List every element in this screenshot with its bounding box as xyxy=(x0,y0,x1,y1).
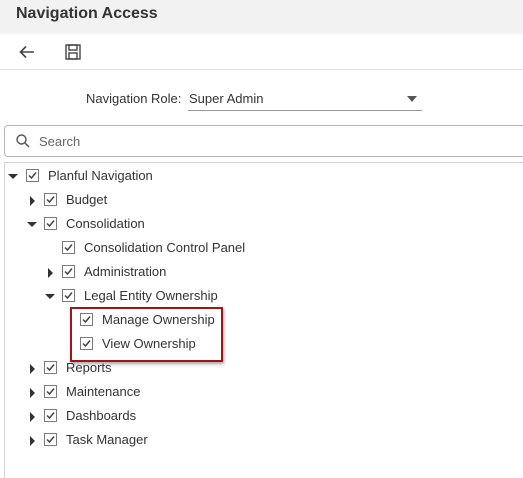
navigation-role-select[interactable]: Super Admin xyxy=(188,87,422,111)
checkmark-icon xyxy=(46,412,55,420)
checkmark-icon xyxy=(64,244,73,252)
back-arrow-icon xyxy=(19,45,34,59)
save-icon xyxy=(65,44,81,60)
checkbox[interactable] xyxy=(44,385,57,398)
collapse-icon[interactable] xyxy=(27,222,37,227)
checkmark-icon xyxy=(46,436,55,444)
save-button[interactable] xyxy=(63,42,83,62)
checkbox[interactable] xyxy=(62,289,75,302)
page-title: Navigation Access xyxy=(16,5,158,22)
checkbox[interactable] xyxy=(44,433,57,446)
tree-node-label[interactable]: Planful Navigation xyxy=(48,168,153,183)
checkmark-icon xyxy=(46,196,55,204)
checkbox[interactable] xyxy=(44,193,57,206)
collapse-icon[interactable] xyxy=(45,294,55,299)
checkbox[interactable] xyxy=(44,217,57,230)
page-header: Navigation Access xyxy=(0,0,523,34)
highlight-box xyxy=(70,307,223,362)
search-input[interactable] xyxy=(39,132,439,150)
tree-node-label[interactable]: Legal Entity Ownership xyxy=(84,288,218,303)
search-box xyxy=(4,125,523,157)
collapse-icon[interactable] xyxy=(8,174,18,179)
checkmark-icon xyxy=(28,172,37,180)
navigation-role-value: Super Admin xyxy=(189,91,264,106)
checkmark-icon xyxy=(64,292,73,300)
expand-icon[interactable] xyxy=(30,196,35,206)
navigation-role-label: Navigation Role: xyxy=(86,91,182,106)
expand-icon[interactable] xyxy=(30,388,35,398)
checkmark-icon xyxy=(46,220,55,228)
expand-icon[interactable] xyxy=(30,412,35,422)
tree-node-label[interactable]: Consolidation Control Panel xyxy=(84,240,245,255)
toolbar xyxy=(0,34,523,70)
tree-node-label[interactable]: Maintenance xyxy=(66,384,140,399)
tree-node-label[interactable]: Task Manager xyxy=(66,432,148,447)
expand-icon[interactable] xyxy=(48,268,53,278)
tree-node-label[interactable]: Administration xyxy=(84,264,166,279)
checkmark-icon xyxy=(46,364,55,372)
checkbox[interactable] xyxy=(44,361,57,374)
checkmark-icon xyxy=(64,268,73,276)
checkmark-icon xyxy=(46,388,55,396)
chevron-down-icon xyxy=(407,96,417,102)
checkbox[interactable] xyxy=(62,265,75,278)
checkbox[interactable] xyxy=(44,409,57,422)
tree-node-label[interactable]: Reports xyxy=(66,360,112,375)
tree-node-label[interactable]: Budget xyxy=(66,192,107,207)
checkbox[interactable] xyxy=(26,169,39,182)
back-button[interactable] xyxy=(17,42,37,62)
expand-icon[interactable] xyxy=(30,364,35,374)
search-icon xyxy=(16,134,30,148)
expand-icon[interactable] xyxy=(30,436,35,446)
tree-node-label[interactable]: Dashboards xyxy=(66,408,136,423)
tree-node-label[interactable]: Consolidation xyxy=(66,216,145,231)
checkbox[interactable] xyxy=(62,241,75,254)
